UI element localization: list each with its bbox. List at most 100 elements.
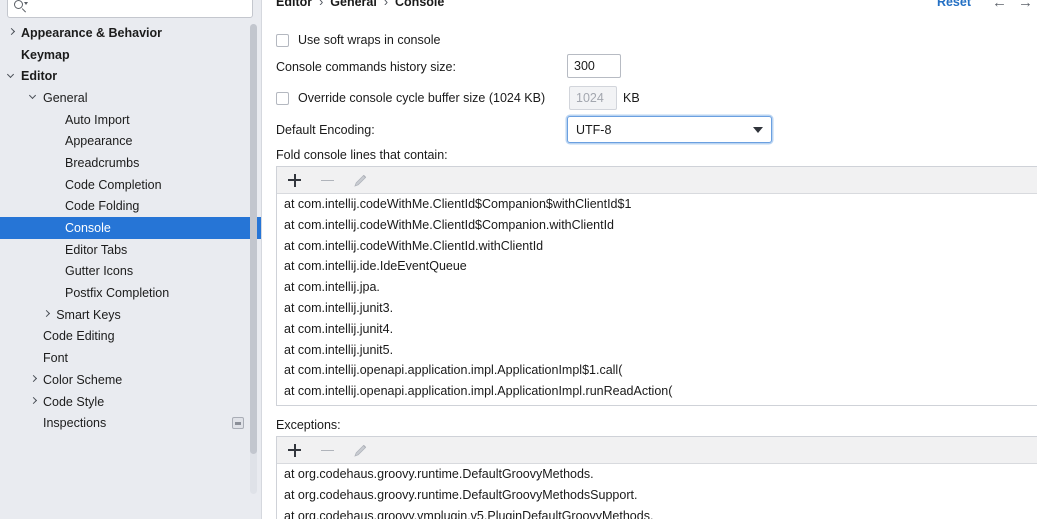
soft-wraps-checkbox[interactable]: [276, 33, 289, 47]
chevron-right-icon[interactable]: [41, 304, 56, 326]
sidebar-item-font[interactable]: Font: [0, 347, 262, 369]
exceptions-list-toolbar: [277, 437, 1037, 464]
default-encoding-dropdown[interactable]: UTF-8: [567, 116, 772, 143]
sidebar-item-breadcrumbs[interactable]: Breadcrumbs: [0, 152, 262, 174]
sidebar-item-postfix-completion[interactable]: Postfix Completion: [0, 282, 262, 304]
settings-tree[interactable]: Appearance & Behavior Keymap Editor General…: [0, 22, 262, 519]
sidebar-item-appearance[interactable]: Appearance: [0, 130, 262, 152]
sidebar-item-label: Postfix Completion: [65, 286, 170, 301]
sidebar-item-code-completion[interactable]: Code Completion: [0, 174, 262, 196]
exceptions-list-item[interactable]: at org.codehaus.groovy.runtime.DefaultGr…: [277, 485, 1037, 506]
history-size-input[interactable]: [567, 54, 621, 78]
sidebar-item-console[interactable]: Console: [0, 217, 262, 239]
sidebar-item-gutter-icons[interactable]: Gutter Icons: [0, 261, 262, 283]
default-encoding-label: Default Encoding:: [276, 123, 375, 137]
sidebar-item-smart-keys[interactable]: Smart Keys: [0, 304, 262, 326]
search-icon: [14, 0, 28, 14]
fold-add-icon[interactable]: [286, 172, 303, 189]
back-arrow-icon[interactable]: ←: [992, 0, 1007, 12]
sidebar-item-label: Code Folding: [65, 199, 140, 214]
breadcrumb-separator: ›: [319, 0, 324, 9]
chevron-right-icon[interactable]: [6, 22, 21, 44]
exceptions-add-icon[interactable]: [286, 442, 303, 459]
sidebar-item-editor[interactable]: Editor: [0, 65, 262, 87]
fold-list-body[interactable]: at com.intellij.codeWithMe.ClientId$Comp…: [277, 194, 1037, 402]
fold-list-item[interactable]: at com.intellij.jpa.: [277, 277, 1037, 298]
settings-sidebar: Appearance & Behavior Keymap Editor General…: [0, 0, 262, 519]
reset-button[interactable]: Reset: [937, 0, 971, 12]
chevron-down-icon: [753, 126, 763, 133]
history-size-label: Console commands history size:: [276, 60, 456, 74]
sidebar-item-label: Smart Keys: [56, 307, 121, 322]
sidebar-item-label: Gutter Icons: [65, 264, 134, 279]
fold-list-item[interactable]: at com.intellij.junit5.: [277, 340, 1037, 361]
override-buffer-label: Override console cycle buffer size (1024…: [298, 91, 546, 105]
forward-arrow-icon[interactable]: →: [1018, 0, 1033, 12]
fold-list-item[interactable]: at com.intellij.junit4.: [277, 319, 1037, 340]
override-buffer-input[interactable]: [569, 86, 617, 110]
fold-list-item[interactable]: at com.intellij.codeWithMe.ClientId$Comp…: [277, 194, 1037, 215]
sidebar-item-appearance-behavior[interactable]: Appearance & Behavior: [0, 22, 262, 44]
breadcrumb-separator: ›: [383, 0, 389, 9]
sidebar-item-code-style[interactable]: Code Style: [0, 391, 262, 413]
exceptions-list-item[interactable]: at org.codehaus.groovy.runtime.DefaultGr…: [277, 464, 1037, 485]
fold-list-item[interactable]: at com.intellij.openapi.application.impl…: [277, 360, 1037, 381]
override-buffer-unit-label: KB: [623, 91, 640, 105]
sidebar-item-label: Color Scheme: [43, 372, 123, 387]
soft-wraps-label: Use soft wraps in console: [298, 33, 441, 47]
sidebar-item-auto-import[interactable]: Auto Import: [0, 109, 262, 131]
sidebar-item-label: Auto Import: [65, 112, 130, 127]
sidebar-scrollbar-thumb[interactable]: [250, 24, 257, 454]
fold-remove-icon[interactable]: [319, 172, 336, 189]
chevron-right-icon[interactable]: [28, 391, 43, 413]
sidebar-item-label: Breadcrumbs: [65, 155, 140, 170]
chevron-down-icon[interactable]: [28, 87, 43, 109]
sidebar-item-color-scheme[interactable]: Color Scheme: [0, 369, 262, 391]
sidebar-item-label: Appearance & Behavior: [21, 25, 163, 40]
exceptions-list-item[interactable]: at org.codehaus.groovy.vmplugin.v5.Plugi…: [277, 506, 1037, 519]
exceptions-listbox[interactable]: at org.codehaus.groovy.runtime.DefaultGr…: [276, 436, 1037, 519]
sidebar-item-label: Appearance: [65, 134, 133, 149]
search-input[interactable]: [28, 0, 246, 14]
sidebar-item-code-editing[interactable]: Code Editing: [0, 326, 262, 348]
exceptions-edit-icon[interactable]: [352, 442, 369, 459]
search-box[interactable]: [7, 0, 253, 18]
sidebar-item-label: Code Completion: [65, 177, 162, 192]
fold-list-item[interactable]: at com.intellij.openapi.application.impl…: [277, 381, 1037, 402]
fold-section-label: Fold console lines that contain:: [276, 148, 448, 162]
override-buffer-checkbox[interactable]: [276, 91, 289, 105]
fold-list-toolbar: [277, 167, 1037, 194]
fold-list-item[interactable]: at com.intellij.codeWithMe.ClientId.with…: [277, 236, 1037, 257]
override-buffer-row[interactable]: Override console cycle buffer size (1024…: [276, 91, 545, 105]
sidebar-item-general[interactable]: General: [0, 87, 262, 109]
inspections-profile-icon[interactable]: [232, 417, 244, 430]
chevron-down-icon[interactable]: [6, 65, 21, 87]
soft-wraps-row[interactable]: Use soft wraps in console: [276, 33, 440, 47]
sidebar-item-keymap[interactable]: Keymap: [0, 44, 262, 66]
breadcrumb-item-general[interactable]: General: [330, 0, 377, 9]
exceptions-list-body[interactable]: at org.codehaus.groovy.runtime.DefaultGr…: [277, 464, 1037, 519]
fold-list-item[interactable]: at com.intellij.ide.IdeEventQueue: [277, 256, 1037, 277]
sidebar-item-inspections[interactable]: Inspections: [0, 412, 262, 434]
sidebar-item-label: Console: [65, 221, 111, 236]
sidebar-item-editor-tabs[interactable]: Editor Tabs: [0, 239, 262, 261]
settings-content-pane: Editor › General › Console Reset ← → Use…: [262, 0, 1037, 519]
sidebar-item-label: Code Editing: [43, 329, 115, 344]
fold-list-item[interactable]: at com.intellij.junit3.: [277, 298, 1037, 319]
fold-edit-icon[interactable]: [352, 172, 369, 189]
fold-listbox[interactable]: at com.intellij.codeWithMe.ClientId$Comp…: [276, 166, 1037, 406]
breadcrumb-item-editor[interactable]: Editor: [276, 0, 312, 9]
sidebar-item-code-folding[interactable]: Code Folding: [0, 196, 262, 218]
fold-list-item[interactable]: at com.intellij.codeWithMe.ClientId$Comp…: [277, 215, 1037, 236]
default-encoding-label-row: Default Encoding:: [276, 123, 375, 137]
exceptions-remove-icon[interactable]: [319, 442, 336, 459]
chevron-right-icon[interactable]: [28, 369, 43, 391]
